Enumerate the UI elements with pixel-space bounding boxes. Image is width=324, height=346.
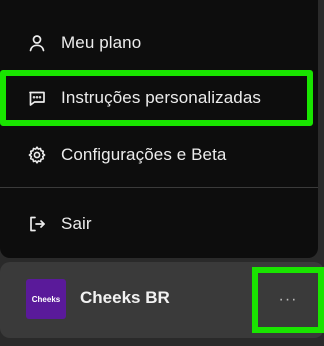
account-dropdown-menu: Meu plano Instruções personalizadas Conf… — [0, 0, 318, 258]
gear-icon — [27, 145, 47, 165]
logout-icon — [27, 214, 47, 234]
message-square-icon — [27, 88, 47, 108]
profile-row[interactable]: Cheeks Cheeks BR ··· — [0, 262, 324, 338]
more-options-button[interactable]: ··· — [252, 267, 324, 333]
profile-name: Cheeks BR — [80, 288, 170, 307]
menu-item-settings-beta[interactable]: Configurações e Beta — [0, 130, 318, 180]
menu-item-label: Meu plano — [61, 33, 142, 52]
menu-item-label: Configurações e Beta — [61, 145, 227, 164]
menu-item-logout[interactable]: Sair — [0, 199, 318, 249]
menu-divider — [0, 187, 318, 188]
menu-item-custom-instructions[interactable]: Instruções personalizadas — [0, 73, 318, 123]
menu-item-label: Instruções personalizadas — [61, 88, 262, 107]
user-icon — [27, 33, 47, 53]
account-menu-frame: Meu plano Instruções personalizadas Conf… — [0, 0, 324, 346]
avatar: Cheeks — [26, 279, 66, 319]
ellipsis-icon: ··· — [278, 291, 298, 308]
menu-item-label: Sair — [61, 214, 92, 233]
menu-item-my-plan[interactable]: Meu plano — [0, 18, 318, 68]
